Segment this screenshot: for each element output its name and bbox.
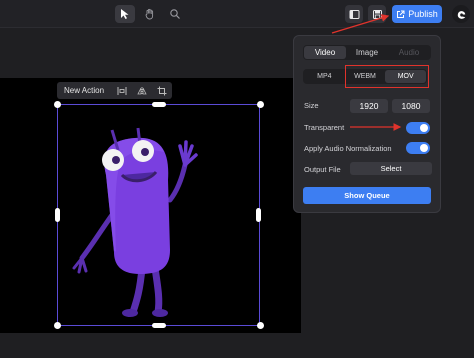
resize-handle-left[interactable]: [55, 208, 60, 222]
align-horizontal-icon[interactable]: [112, 82, 132, 99]
tab-video[interactable]: Video: [304, 46, 346, 59]
audio-normalization-toggle[interactable]: [406, 142, 430, 154]
width-input[interactable]: 1920: [350, 99, 388, 113]
save-icon[interactable]: [368, 5, 386, 23]
height-input[interactable]: 1080: [392, 99, 430, 113]
format-mp4[interactable]: MP4: [304, 70, 345, 83]
resize-handle-bottom-right[interactable]: [257, 322, 264, 329]
layout-panel-icon[interactable]: [345, 5, 363, 23]
external-link-icon: [397, 10, 405, 18]
publish-label: Publish: [408, 9, 438, 19]
resize-handle-bottom-left[interactable]: [54, 322, 61, 329]
new-action-button[interactable]: New Action: [57, 86, 112, 95]
transparent-label: Transparent: [304, 123, 345, 132]
show-queue-button[interactable]: Show Queue: [303, 187, 431, 204]
resize-handle-bottom[interactable]: [152, 323, 166, 328]
publish-button[interactable]: Publish: [392, 5, 442, 23]
action-bar: New Action: [57, 82, 172, 99]
hand-tool-icon[interactable]: [140, 5, 160, 23]
resize-handle-top[interactable]: [152, 102, 166, 107]
media-type-tabs: Video Image Audio: [303, 45, 431, 60]
tab-image[interactable]: Image: [346, 46, 388, 59]
annotation-highlight-box: [345, 65, 429, 88]
select-output-button[interactable]: Select: [350, 162, 432, 175]
size-label: Size: [304, 101, 319, 110]
top-toolbar: Publish: [0, 0, 474, 28]
tab-audio[interactable]: Audio: [388, 46, 430, 59]
output-file-label: Output File: [304, 165, 341, 174]
app-window: Publish New Action Video Image Audio MP4…: [0, 0, 474, 358]
resize-handle-top-left[interactable]: [54, 101, 61, 108]
zoom-tool-icon[interactable]: [165, 5, 185, 23]
app-logo: [452, 5, 470, 23]
resize-handle-right[interactable]: [256, 208, 261, 222]
audio-normalization-label: Apply Audio Normalization: [304, 144, 392, 153]
transparent-toggle[interactable]: [406, 122, 430, 134]
selection-frame[interactable]: [57, 104, 260, 326]
flip-horizontal-icon[interactable]: [132, 82, 152, 99]
pointer-tool-icon[interactable]: [115, 5, 135, 23]
crop-icon[interactable]: [152, 82, 172, 99]
resize-handle-top-right[interactable]: [257, 101, 264, 108]
